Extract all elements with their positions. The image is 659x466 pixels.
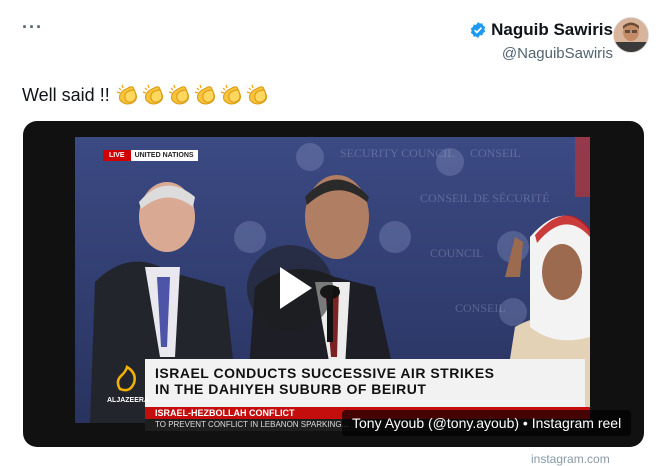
author-handle[interactable]: @NaguibSawiris — [293, 45, 613, 62]
location-label: UNITED NATIONS — [130, 150, 198, 161]
clapping-hands-icon — [116, 84, 137, 105]
channel-logo: ALJAZEERA — [107, 365, 150, 404]
clapping-hands-icon — [194, 84, 215, 105]
svg-text:CONSEIL: CONSEIL — [455, 301, 506, 315]
svg-text:CONSEIL DE SÉCURITÉ: CONSEIL DE SÉCURITÉ — [420, 191, 550, 205]
headline-line-1: ISRAEL CONDUCTS SUCCESSIVE AIR STRIKES — [155, 365, 495, 381]
clapping-hands-icon — [142, 84, 163, 105]
channel-name: ALJAZEERA — [107, 397, 150, 404]
live-label-bar: LIVE UNITED NATIONS — [103, 150, 198, 161]
svg-text:SECURITY COUNCIL: SECURITY COUNCIL — [340, 146, 455, 160]
more-options-icon[interactable]: ··· — [22, 18, 43, 36]
video-player[interactable]: SECURITY COUNCIL CONSEIL CONSEIL DE SÉCU… — [23, 121, 644, 447]
media-source-url[interactable]: instagram.com — [531, 452, 610, 466]
author-name[interactable]: Naguib Sawiris — [491, 20, 613, 40]
clapping-hands-icon — [168, 84, 189, 105]
headline-line-2: IN THE DAHIYEH SUBURB OF BEIRUT — [155, 381, 427, 397]
play-icon — [280, 267, 312, 309]
play-button[interactable] — [247, 245, 333, 331]
clapping-hands-icon — [220, 84, 241, 105]
news-headline: ISRAEL CONDUCTS SUCCESSIVE AIR STRIKES I… — [145, 359, 585, 407]
author-block[interactable]: Naguib Sawiris @NaguibSawiris — [293, 20, 613, 62]
verified-badge-icon — [471, 22, 486, 38]
tweet-text: Well said !! — [22, 84, 271, 106]
clapping-hands-emoji-group — [116, 84, 271, 106]
svg-text:COUNCIL: COUNCIL — [430, 246, 483, 260]
media-caption[interactable]: Tony Ayoub (@tony.ayoub) • Instagram ree… — [342, 410, 632, 436]
svg-text:CONSEIL: CONSEIL — [470, 146, 521, 160]
channel-logo-icon — [116, 365, 136, 392]
avatar-image — [614, 18, 648, 52]
avatar[interactable] — [613, 17, 649, 53]
tweet-body: Well said !! — [22, 84, 110, 105]
live-label: LIVE — [103, 150, 131, 161]
clapping-hands-icon — [246, 84, 267, 105]
